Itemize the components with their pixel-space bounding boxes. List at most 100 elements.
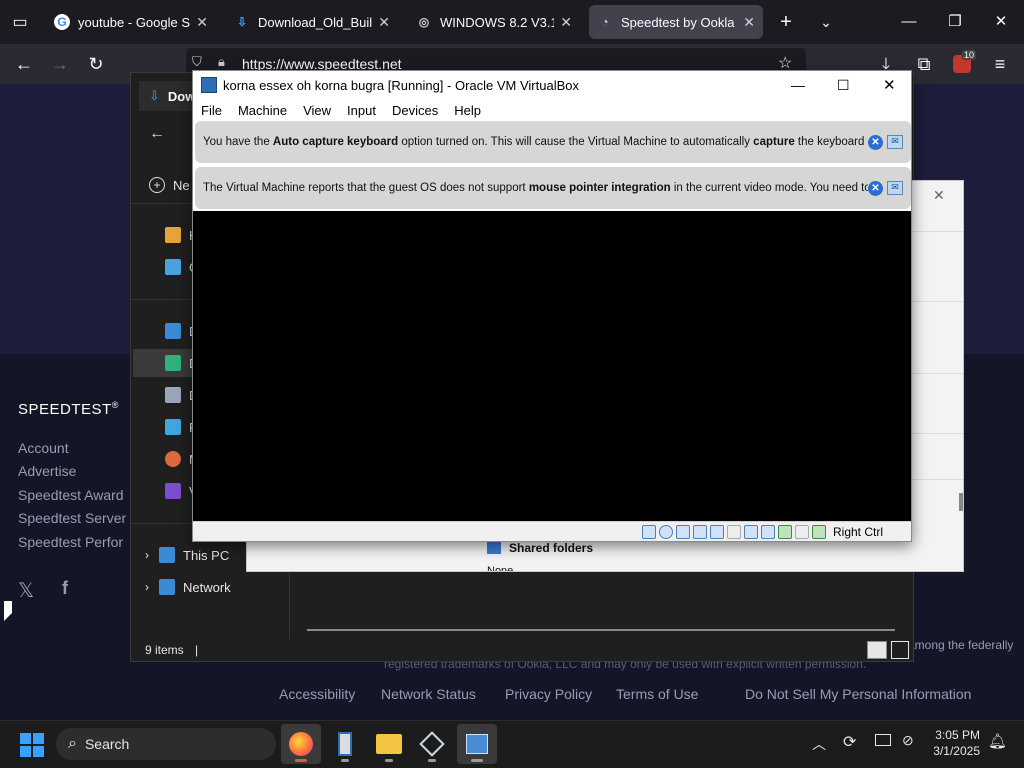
minimize-icon[interactable]: — <box>886 6 932 36</box>
documents-icon <box>165 387 181 403</box>
banner-bold: Auto capture keyboard <box>272 136 399 148</box>
search-icon: ⌕ <box>68 735 77 752</box>
facebook-icon[interactable]: f <box>62 578 68 599</box>
browser-tab[interactable]: ⇩ Download_Old_Builds_ ✕ <box>226 5 398 39</box>
browser-tab-active[interactable]: ◔ Speedtest by Ookla - Tl ✕ <box>589 5 763 39</box>
back-arrow-icon[interactable]: ← <box>149 125 165 143</box>
close-icon[interactable]: ✕ <box>883 76 896 94</box>
footer-link-account[interactable]: Account <box>18 440 69 456</box>
shared-folders-icon[interactable] <box>726 524 741 539</box>
chevron-right-icon[interactable]: › <box>145 548 149 562</box>
do-not-show-again-icon[interactable]: ✉ <box>887 180 903 195</box>
menu-file[interactable]: File <box>193 103 230 118</box>
footer-accessibility[interactable]: Accessibility <box>279 686 355 702</box>
menu-help[interactable]: Help <box>446 103 489 118</box>
footer-terms[interactable]: Terms of Use <box>616 686 698 702</box>
close-icon[interactable]: ✕ <box>933 187 945 204</box>
menu-machine[interactable]: Machine <box>230 103 295 118</box>
chevron-right-icon[interactable]: › <box>145 580 149 594</box>
nav-item-this-pc[interactable]: › This PC <box>145 541 229 569</box>
browser-tab[interactable]: ◎ WINDOWS 8.2 V3.1.iso ✕ <box>408 5 580 39</box>
menu-devices[interactable]: Devices <box>384 103 446 118</box>
close-window-icon[interactable]: ✕ <box>978 6 1024 36</box>
details-view-icon[interactable] <box>867 641 887 659</box>
menu-icon[interactable]: ≡ <box>984 48 1016 80</box>
footer-link-servers[interactable]: Speedtest Server <box>18 510 126 526</box>
cpu-icon[interactable] <box>777 524 792 539</box>
host-key-label: Right Ctrl <box>832 524 883 539</box>
taskbar-virtualbox-vm[interactable] <box>457 724 497 764</box>
display-icon[interactable] <box>743 524 758 539</box>
maximize-icon[interactable]: ☐ <box>837 77 850 94</box>
footer-link-performance[interactable]: Speedtest Perfor <box>18 534 123 550</box>
download-icon: ⇩ <box>236 15 248 29</box>
banner-text: option turned on. This will cause the Vi… <box>398 136 754 148</box>
network-adapter-icon[interactable] <box>692 524 707 539</box>
banner-message: The Virtual Machine reports that the gue… <box>203 182 868 194</box>
footer-link-awards[interactable]: Speedtest Award <box>18 487 124 503</box>
taskbar-search[interactable]: ⌕ Search <box>56 728 276 760</box>
network-icon <box>159 579 175 595</box>
x-twitter-icon[interactable]: 𝕏 <box>18 578 34 603</box>
vm-display[interactable] <box>193 211 911 521</box>
banner-text: the keyboard <box>794 136 865 148</box>
new-button[interactable]: + Ne <box>149 177 190 193</box>
explorer-title-tab[interactable]: ⇩ Dow <box>139 81 199 111</box>
tab-list-chevron-icon[interactable]: ⌄ <box>814 10 838 34</box>
footer-network-status[interactable]: Network Status <box>381 686 476 702</box>
close-banner-icon[interactable]: ✕ <box>868 134 883 150</box>
horizontal-scrollbar[interactable] <box>307 629 895 631</box>
taskbar-file-explorer[interactable] <box>369 724 409 764</box>
start-button[interactable] <box>12 725 52 765</box>
lock-icon[interactable]: 🔒︎ <box>218 54 225 70</box>
close-banner-icon[interactable]: ✕ <box>868 180 883 196</box>
browser-tab[interactable]: G youtube - Google Sear ✕ <box>46 5 216 39</box>
optical-drive-icon[interactable] <box>658 524 673 539</box>
sync-icon[interactable]: ⟳ <box>843 732 856 752</box>
taskbar-firefox[interactable] <box>281 724 321 764</box>
forward-icon[interactable]: → <box>44 48 76 80</box>
recording-icon[interactable] <box>760 524 775 539</box>
keyboard-capture-icon[interactable] <box>811 524 826 539</box>
close-tab-icon[interactable]: ✕ <box>743 14 755 31</box>
notification-bell-icon[interactable]: 🔔︎ <box>988 732 1007 750</box>
show-hidden-icons-chevron-icon[interactable]: ︿ <box>812 734 826 754</box>
minimize-icon[interactable]: — <box>791 77 805 93</box>
vm-status-bar: Right Ctrl <box>193 521 911 541</box>
keyboard-capture-banner: You have the Auto capture keyboard optio… <box>195 121 911 163</box>
shared-folders-label: Shared folders <box>509 541 594 555</box>
shared-folders-value: None <box>487 565 514 571</box>
taskbar-app-2[interactable] <box>325 724 365 764</box>
mouse-integration-icon[interactable] <box>794 524 809 539</box>
footer-link-advertise[interactable]: Advertise <box>18 463 76 479</box>
reload-icon[interactable]: ↻ <box>80 48 112 80</box>
browser-tab-bar: ▭ G youtube - Google Sear ✕ ⇩ Download_O… <box>0 0 1024 44</box>
audio-icon[interactable] <box>675 524 690 539</box>
shield-icon[interactable]: ⛉ <box>192 54 202 70</box>
tab-title: Speedtest by Ookla - Tl <box>621 14 737 30</box>
firefox-icon <box>289 732 313 756</box>
details-scrollbar-thumb[interactable] <box>959 493 963 511</box>
close-tab-icon[interactable]: ✕ <box>196 14 208 31</box>
nav-item-network[interactable]: › Network <box>145 573 231 601</box>
close-tab-icon[interactable]: ✕ <box>560 14 572 31</box>
menu-view[interactable]: View <box>295 103 339 118</box>
menu-input[interactable]: Input <box>339 103 384 118</box>
network-off-icon[interactable]: ⊘ <box>902 732 914 749</box>
monitor-icon[interactable] <box>875 734 891 746</box>
tab-overview-icon[interactable]: ▭ <box>8 10 32 34</box>
footer-do-not-sell[interactable]: Do Not Sell My Personal Information <box>745 686 971 702</box>
taskbar-virtualbox-manager[interactable] <box>412 724 452 764</box>
ublock-icon[interactable]: 10 <box>946 48 978 80</box>
restore-icon[interactable]: ❐ <box>932 6 978 36</box>
footer-privacy-policy[interactable]: Privacy Policy <box>505 686 592 702</box>
tiles-view-icon[interactable] <box>891 641 909 659</box>
clock[interactable]: 3:05 PM 3/1/2025 <box>928 727 980 759</box>
do-not-show-again-icon[interactable]: ✉ <box>887 134 903 149</box>
usb-icon[interactable] <box>709 524 724 539</box>
hard-disk-icon[interactable] <box>641 524 656 539</box>
running-indicator <box>428 759 436 762</box>
back-icon[interactable]: ← <box>8 48 40 80</box>
new-tab-icon[interactable]: + <box>774 10 798 34</box>
close-tab-icon[interactable]: ✕ <box>378 14 390 31</box>
